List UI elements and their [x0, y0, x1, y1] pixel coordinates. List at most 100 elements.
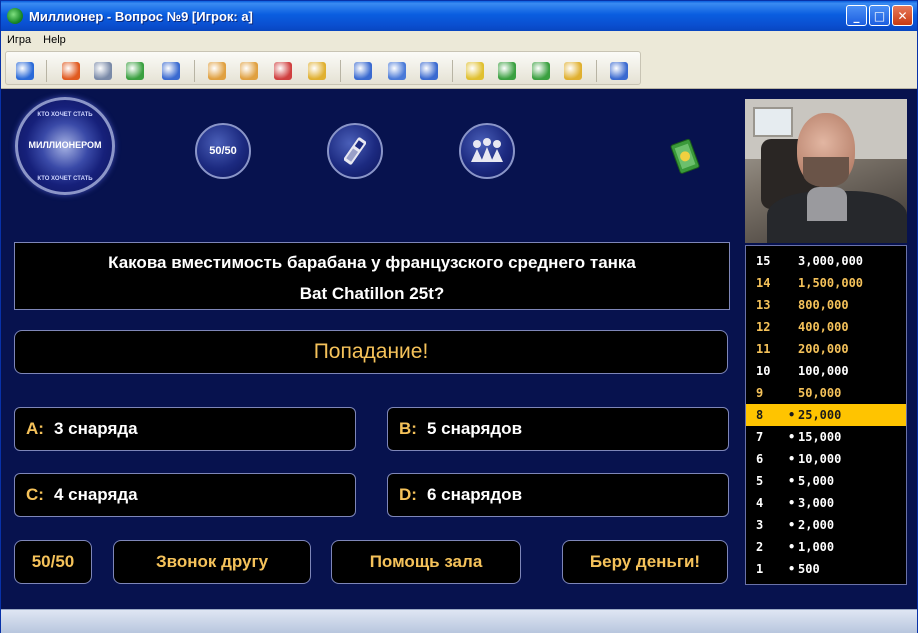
logo-top-text: КТО ХОЧЕТ СТАТЬ — [37, 112, 93, 118]
table-icon[interactable] — [354, 62, 372, 80]
menu-game[interactable]: Игра — [1, 34, 37, 46]
ladder-step-amount: 10,000 — [798, 452, 842, 466]
refresh-icon[interactable] — [16, 62, 34, 80]
menu-help[interactable]: Help — [37, 34, 72, 46]
ladder-step-amount: 1,500,000 — [798, 276, 864, 290]
ladder-step-amount: 2,000 — [798, 518, 835, 532]
toolbar-separator — [596, 60, 597, 82]
answer-b[interactable]: B: 5 снарядов — [387, 407, 729, 451]
logo-bottom-text: КТО ХОЧЕТ СТАТЬ — [37, 176, 93, 182]
answer-a-letter: A: — [26, 419, 44, 438]
ladder-step-number: 14 — [756, 276, 771, 290]
ladder-step-12: 12 400,000 — [746, 316, 906, 338]
ladder-step-14: 14 1,500,000 — [746, 272, 906, 294]
logo-main-text: МИЛЛИОНЕРОМ — [28, 140, 102, 150]
ladder-step-number: 15 — [756, 254, 771, 268]
question-line-1: Какова вместимость барабана у французско… — [108, 253, 636, 272]
globe-icon[interactable] — [126, 62, 144, 80]
mail-icon[interactable] — [564, 62, 582, 80]
ladder-step-marker: • — [788, 540, 796, 554]
ladder-step-3: 3 • 2,000 — [746, 514, 906, 536]
ladder-step-10: 10 100,000 — [746, 360, 906, 382]
ladder-step-9: 9 50,000 — [746, 382, 906, 404]
toolbar-strip — [5, 51, 641, 85]
question-line-2: Bat Chatillon 25t? — [299, 284, 445, 303]
ladder-step-13: 13 800,000 — [746, 294, 906, 316]
ladder-step-number: 5 — [756, 474, 764, 488]
winamp-icon[interactable] — [62, 62, 80, 80]
answer-a-text: 3 снаряда — [53, 419, 138, 438]
window-icon[interactable] — [388, 62, 406, 80]
lifeline-phone-icon[interactable] — [327, 123, 383, 179]
ladder-step-4: 4 • 3,000 — [746, 492, 906, 514]
question-box: Какова вместимость барабана у французско… — [14, 242, 730, 310]
lifeline-fifty-icon[interactable]: 50/50 — [195, 123, 251, 179]
home-icon[interactable] — [532, 62, 550, 80]
toolbar-separator — [46, 60, 47, 82]
ladder-step-amount: 400,000 — [798, 320, 849, 334]
ladder-step-amount: 3,000,000 — [798, 254, 864, 268]
hand-icon[interactable] — [308, 62, 326, 80]
ladder-step-number: 1 — [756, 562, 764, 576]
ladder-step-number: 12 — [756, 320, 771, 334]
close-button[interactable]: ✕ — [892, 5, 913, 26]
toolbar-separator — [340, 60, 341, 82]
status-bar — [1, 609, 917, 633]
notepad-icon[interactable] — [274, 62, 292, 80]
ladder-step-5: 5 • 5,000 — [746, 470, 906, 492]
ladder-step-marker: • — [788, 562, 796, 576]
ladder-step-number: 11 — [756, 342, 771, 356]
ask-audience-button[interactable]: Помощь зала — [331, 540, 521, 584]
app-window: Миллионер - Вопрос №9 [Игрок: а] _ □ ✕ И… — [0, 0, 918, 633]
answer-c-letter: C: — [26, 485, 44, 504]
ladder-step-amount: 800,000 — [798, 298, 849, 312]
toolbar-separator — [452, 60, 453, 82]
menu-bar: Игра Help — [1, 31, 917, 49]
title-bar[interactable]: Миллионер - Вопрос №9 [Игрок: а] _ □ ✕ — [1, 1, 917, 31]
ladder-step-marker: • — [788, 408, 796, 422]
money-icon — [669, 137, 703, 175]
maximize-button[interactable]: □ — [869, 5, 890, 26]
ladder-step-number: 8 — [756, 408, 764, 422]
minimize-button[interactable]: _ — [846, 5, 867, 26]
ladder-step-amount: 50,000 — [798, 386, 842, 400]
ladder-step-number: 13 — [756, 298, 771, 312]
help-icon[interactable] — [466, 62, 484, 80]
ladder-step-8: 8 • 25,000 — [746, 404, 906, 426]
audience-icon — [471, 138, 503, 162]
window-title: Миллионер - Вопрос №9 [Игрок: а] — [29, 8, 253, 24]
ladder-step-number: 9 — [756, 386, 764, 400]
ladder-step-6: 6 • 10,000 — [746, 448, 906, 470]
ladder-step-amount: 200,000 — [798, 342, 849, 356]
game-stage: КТО ХОЧЕТ СТАТЬ МИЛЛИОНЕРОМ КТО ХОЧЕТ СТ… — [1, 89, 917, 609]
fifty-fifty-button[interactable]: 50/50 — [14, 540, 92, 584]
take-money-button[interactable]: Беру деньги! — [562, 540, 728, 584]
search-icon[interactable] — [420, 62, 438, 80]
ladder-step-marker: • — [788, 430, 796, 444]
ladder-step-marker: • — [788, 452, 796, 466]
lifeline-audience-icon[interactable] — [459, 123, 515, 179]
users-icon[interactable] — [240, 62, 258, 80]
ladder-step-number: 7 — [756, 430, 764, 444]
ladder-step-amount: 1,000 — [798, 540, 835, 554]
answer-d[interactable]: D: 6 снарядов — [387, 473, 729, 517]
ladder-step-15: 15 3,000,000 — [746, 250, 906, 272]
timer-icon[interactable] — [162, 62, 180, 80]
info-icon[interactable] — [498, 62, 516, 80]
ladder-step-11: 11 200,000 — [746, 338, 906, 360]
ladder-step-number: 4 — [756, 496, 764, 510]
user-icon[interactable] — [208, 62, 226, 80]
answer-b-text: 5 снарядов — [426, 419, 523, 438]
call-friend-button[interactable]: Звонок другу — [113, 540, 311, 584]
cd-icon[interactable] — [94, 62, 112, 80]
money-ladder: 15 3,000,000 14 1,500,000 13 800,000 12 400,000… — [745, 245, 907, 585]
result-banner: Попадание! — [14, 330, 728, 374]
lifeline-fifty-label: 50/50 — [209, 145, 237, 157]
answer-c[interactable]: C: 4 снаряда — [14, 473, 356, 517]
exit-icon[interactable] — [610, 62, 628, 80]
host-photo — [745, 99, 907, 243]
answer-a[interactable]: A: 3 снаряда — [14, 407, 356, 451]
ladder-step-2: 2 • 1,000 — [746, 536, 906, 558]
answer-c-text: 4 снаряда — [53, 485, 138, 504]
ladder-step-number: 6 — [756, 452, 764, 466]
